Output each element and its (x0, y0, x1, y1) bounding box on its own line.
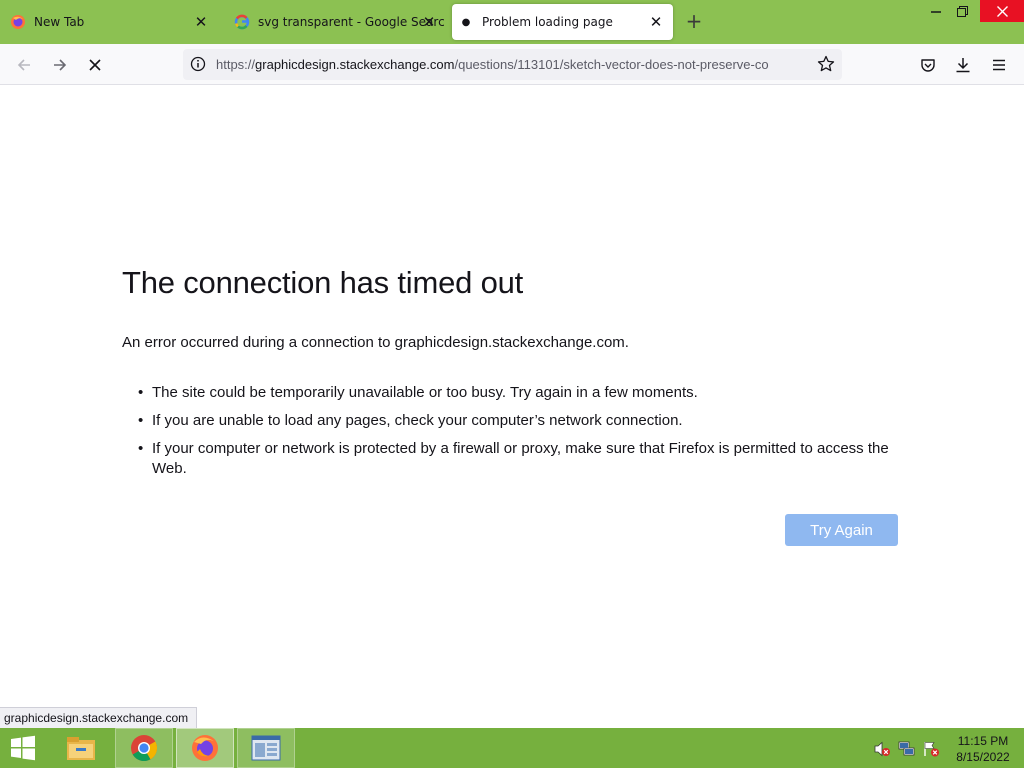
status-bar: graphicdesign.stackexchange.com (0, 707, 198, 728)
list-item: The site could be temporarily unavailabl… (138, 383, 902, 403)
download-icon (956, 58, 970, 73)
firefox-icon (10, 14, 26, 30)
network-icon[interactable] (898, 740, 916, 758)
list-item: If you are unable to load any pages, che… (138, 411, 902, 431)
stop-x-icon (89, 59, 101, 71)
tab-label: New Tab (34, 15, 85, 29)
forward-arrow-icon (54, 59, 67, 71)
pocket-button[interactable] (913, 50, 943, 80)
action-center-flag-icon[interactable] (922, 740, 940, 758)
error-suggestions-list: The site could be temporarily unavailabl… (138, 383, 902, 487)
try-again-button[interactable]: Try Again (785, 514, 898, 546)
url-domain: graphicdesign.stackexchange.com (255, 57, 455, 72)
firefox-icon (192, 735, 218, 761)
volume-muted-icon[interactable] (873, 740, 891, 758)
start-button[interactable] (0, 728, 46, 768)
window-close-button[interactable] (980, 0, 1024, 22)
close-icon (996, 5, 1008, 17)
app-window-icon (251, 735, 281, 761)
stop-button[interactable] (80, 50, 110, 80)
tab-strip: New Tab ✕ svg transparent - Google Searc… (0, 0, 1024, 44)
new-tab-button[interactable]: + (683, 11, 705, 33)
tab-google-search[interactable]: svg transparent - Google Search ✕ (228, 4, 444, 40)
error-title: The connection has timed out (122, 265, 524, 300)
tab-label: svg transparent - Google Search (258, 15, 444, 29)
tab-problem-loading[interactable]: ● Problem loading page ✕ (452, 4, 673, 40)
page-content: The connection has timed out An error oc… (0, 85, 1024, 728)
system-clock[interactable]: 11:15 PM 8/15/2022 (950, 733, 1016, 765)
taskbar-chrome[interactable] (115, 728, 173, 768)
taskbar-file-explorer[interactable] (58, 728, 104, 768)
restore-icon (956, 5, 968, 17)
bookmark-star-icon[interactable] (817, 55, 835, 77)
back-arrow-icon (17, 59, 30, 71)
close-tab-icon[interactable]: ✕ (647, 13, 665, 31)
forward-button[interactable] (45, 50, 75, 80)
navigation-toolbar: https://graphicdesign.stackexchange.com/… (0, 44, 1024, 85)
chrome-icon (131, 735, 158, 762)
info-icon[interactable] (190, 56, 206, 76)
menu-button[interactable] (984, 50, 1014, 80)
tab-label: Problem loading page (482, 15, 613, 29)
url-bar[interactable]: https://graphicdesign.stackexchange.com/… (183, 49, 842, 80)
minimize-icon (931, 11, 941, 13)
loading-dot-icon: ● (461, 16, 471, 28)
url-prefix: https:// (216, 57, 256, 72)
clock-date: 8/15/2022 (956, 750, 1010, 764)
taskbar: 11:15 PM 8/15/2022 (0, 728, 1024, 768)
close-tab-icon[interactable]: ✕ (192, 13, 210, 31)
error-description: An error occurred during a connection to… (122, 334, 629, 351)
pocket-icon (921, 59, 935, 72)
file-explorer-icon (67, 737, 95, 760)
downloads-button[interactable] (948, 50, 978, 80)
hamburger-menu-icon (993, 59, 1005, 71)
taskbar-app-window[interactable] (237, 728, 295, 768)
taskbar-firefox[interactable] (176, 728, 234, 768)
start-windows-icon (11, 735, 35, 761)
tab-new-tab[interactable]: New Tab ✕ (4, 4, 218, 40)
list-item: If your computer or network is protected… (138, 439, 902, 479)
back-button[interactable] (9, 50, 39, 80)
url-text[interactable]: https://graphicdesign.stackexchange.com/… (216, 57, 810, 72)
close-tab-icon[interactable]: ✕ (420, 13, 438, 31)
google-icon (234, 14, 250, 30)
clock-time: 11:15 PM (957, 734, 1009, 748)
restore-button[interactable] (946, 0, 978, 22)
url-path: /questions/113101/sketch-vector-does-not… (454, 57, 769, 72)
